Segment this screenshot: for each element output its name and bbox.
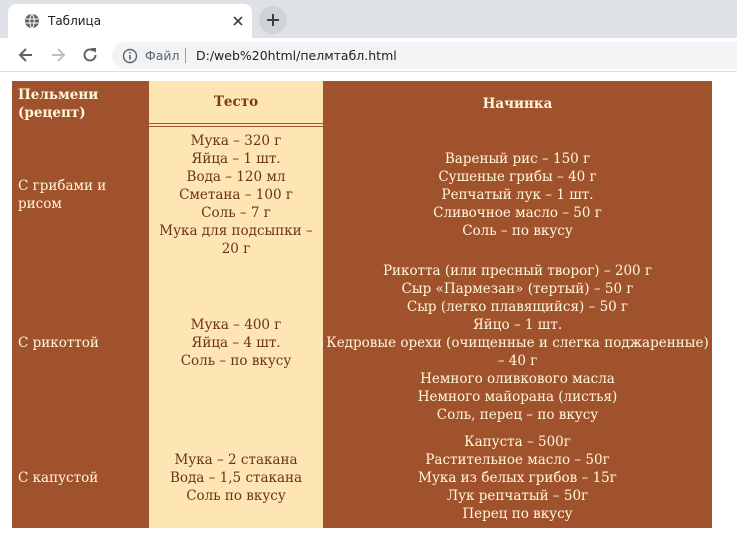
filling-line: Немного майорана (листья) bbox=[417, 389, 618, 405]
plus-icon bbox=[267, 14, 279, 26]
dough-line: Соль – 7 г bbox=[201, 205, 271, 221]
dough-cell: Мука – 400 г Яйца – 4 шт. Соль – по вкус… bbox=[149, 258, 323, 428]
dough-line: Вода – 120 мл bbox=[186, 169, 286, 185]
recipe-name: С капустой bbox=[18, 470, 99, 486]
page-content: Пельмени (рецепт) Тесто Начинка С грибам… bbox=[0, 73, 737, 540]
filling-line: Сливочное масло – 50 г bbox=[433, 205, 602, 221]
dough-cell: Мука – 320 г Яйца – 1 шт. Вода – 120 мл … bbox=[149, 127, 323, 258]
table-row: С рикоттой Мука – 400 г Яйца – 4 шт. Сол… bbox=[12, 258, 712, 428]
dough-line: Яйца – 1 шт. bbox=[191, 151, 281, 167]
dough-line: Мука – 400 г bbox=[190, 317, 282, 333]
table-row: С грибами и рисом Мука – 320 г Яйца – 1 … bbox=[12, 127, 712, 258]
url-text[interactable]: D:/web%20html/пелмтабл.html bbox=[196, 47, 397, 64]
address-bar[interactable]: Файл D:/web%20html/пелмтабл.html bbox=[112, 42, 737, 69]
filling-line: Яйцо – 1 шт. bbox=[472, 317, 563, 333]
browser-toolbar: Файл D:/web%20html/пелмтабл.html bbox=[0, 38, 737, 72]
scheme-label: Файл bbox=[145, 48, 180, 63]
filling-cell: Рикотта (или пресный творог) – 200 г Сыр… bbox=[323, 258, 712, 428]
filling-line: Капуста – 500г bbox=[464, 434, 571, 450]
filling-line: Соль, перец – по вкусу bbox=[436, 407, 599, 423]
dough-line: Соль – по вкусу bbox=[180, 353, 292, 369]
reload-icon[interactable] bbox=[80, 45, 100, 65]
dough-line: Мука – 320 г bbox=[190, 133, 282, 149]
forward-arrow-icon[interactable] bbox=[48, 45, 68, 65]
info-icon[interactable] bbox=[122, 48, 138, 64]
filling-cell: Капуста – 500г Растительное масло – 50г … bbox=[323, 428, 712, 528]
browser-tab[interactable]: Таблица bbox=[8, 4, 252, 38]
dough-line: Яйца – 4 шт. bbox=[191, 335, 281, 351]
filling-line: Растительное масло – 50г bbox=[425, 452, 610, 468]
back-arrow-icon[interactable] bbox=[16, 45, 36, 65]
filling-line: Вареный рис – 150 г bbox=[444, 151, 591, 167]
divider bbox=[185, 48, 186, 63]
filling-cell: Вареный рис – 150 г Сушеные грибы – 40 г… bbox=[323, 127, 712, 258]
dough-line: Сметана – 100 г bbox=[179, 187, 293, 203]
dough-line: Соль по вкусу bbox=[186, 488, 286, 504]
filling-line: Лук репчатый – 50г bbox=[446, 488, 589, 504]
filling-line: Немного оливкового масла bbox=[420, 371, 615, 387]
globe-icon bbox=[25, 13, 39, 29]
filling-line: Репчатый лук – 1 шт. bbox=[441, 187, 594, 203]
filling-line: Сушеные грибы – 40 г bbox=[438, 169, 597, 185]
recipe-name: С рикоттой bbox=[18, 335, 99, 351]
filling-line: Перец по вкусу bbox=[462, 506, 573, 522]
filling-line: Рикотта (или пресный творог) – 200 г bbox=[382, 263, 653, 279]
dough-line: Мука – 2 стакана bbox=[174, 452, 298, 468]
tab-strip: Таблица bbox=[0, 0, 737, 38]
filling-line: Сыр (легко плавящийся) – 50 г bbox=[406, 299, 629, 315]
filling-line: Мука из белых грибов – 15г bbox=[418, 470, 617, 486]
dough-line: Мука для подсыпки – 20 г bbox=[159, 223, 313, 257]
new-tab-button[interactable] bbox=[259, 6, 287, 34]
close-icon[interactable] bbox=[230, 13, 246, 29]
header-filling: Начинка bbox=[482, 96, 553, 112]
table-row: С капустой Мука – 2 стакана Вода – 1,5 с… bbox=[12, 428, 712, 528]
recipe-table: Пельмени (рецепт) Тесто Начинка С грибам… bbox=[12, 81, 712, 528]
dough-line: Вода – 1,5 стакана bbox=[169, 470, 303, 486]
table-header-row: Пельмени (рецепт) Тесто Начинка bbox=[12, 81, 712, 127]
header-dough: Тесто bbox=[149, 81, 323, 127]
tab-title: Таблица bbox=[48, 14, 102, 28]
filling-line: Сыр «Пармезан» (тертый) – 50 г bbox=[401, 281, 634, 297]
dough-cell: Мука – 2 стакана Вода – 1,5 стакана Соль… bbox=[149, 428, 323, 528]
header-recipe: Пельмени (рецепт) bbox=[18, 87, 99, 121]
filling-line: Соль – по вкусу bbox=[462, 223, 573, 239]
filling-line: Кедровые орехи (очищенные и слегка поджа… bbox=[326, 335, 709, 369]
recipe-name: С грибами и рисом bbox=[18, 178, 107, 212]
